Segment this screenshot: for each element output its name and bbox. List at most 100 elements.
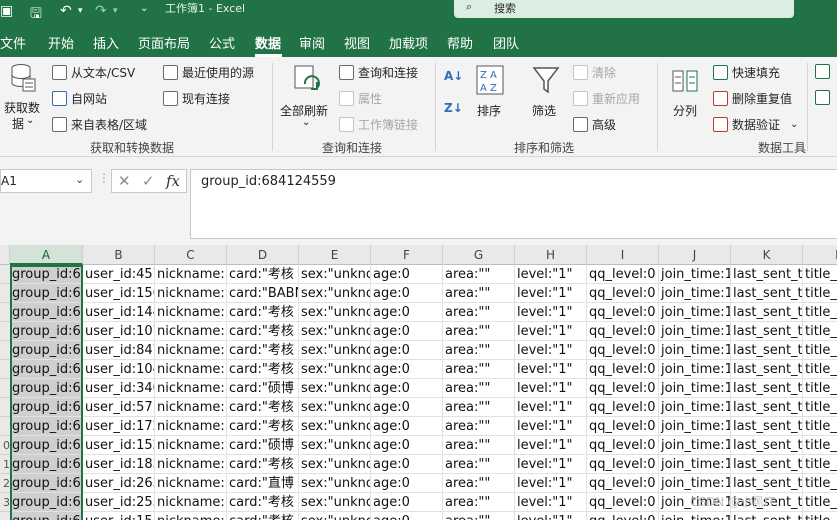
cell[interactable]: level:"1" — [515, 379, 587, 398]
cell[interactable]: age:0 — [371, 493, 443, 512]
cell[interactable]: user_id:571 — [83, 398, 155, 417]
cell[interactable]: title_e — [803, 379, 837, 398]
cell[interactable]: card:"考核 — [227, 398, 299, 417]
cell[interactable]: title_e — [803, 398, 837, 417]
cell[interactable]: last_sent_ti — [731, 360, 803, 379]
tab-review[interactable]: 审阅 — [299, 33, 325, 52]
cell[interactable]: level:"1" — [515, 417, 587, 436]
cell[interactable]: nickname:" — [155, 284, 227, 303]
cell[interactable]: group_id:6 — [10, 303, 83, 322]
cell[interactable]: user_id:144 — [83, 303, 155, 322]
cell[interactable]: title_e — [803, 322, 837, 341]
cell[interactable]: nickname:" — [155, 322, 227, 341]
cell[interactable]: group_id:6 — [10, 474, 83, 493]
save-icon[interactable]: 🖫 — [30, 3, 42, 27]
cell[interactable]: sex:"unkno — [299, 341, 371, 360]
cell[interactable]: title_e — [803, 284, 837, 303]
advanced-filter-button[interactable]: 高级 — [573, 116, 616, 133]
cell[interactable]: join_time:1 — [659, 284, 731, 303]
row-header[interactable] — [0, 265, 10, 284]
column-header-l[interactable]: L — [803, 245, 837, 265]
cell[interactable]: age:0 — [371, 322, 443, 341]
cell[interactable]: card:"考核 — [227, 417, 299, 436]
cell[interactable]: title_e — [803, 265, 837, 284]
cell[interactable]: sex:"unkno — [299, 322, 371, 341]
cell[interactable]: last_sent_ti — [731, 265, 803, 284]
cell[interactable]: nickname:" — [155, 436, 227, 455]
flash-fill-button[interactable]: 快速填充 — [713, 64, 780, 81]
cell[interactable]: title_e — [803, 417, 837, 436]
cell[interactable]: title_e — [803, 512, 837, 520]
column-header-k[interactable]: K — [731, 245, 803, 265]
cell[interactable]: age:0 — [371, 379, 443, 398]
cell[interactable]: area:"" — [443, 341, 515, 360]
tab-home[interactable]: 开始 — [48, 33, 74, 52]
tab-page-layout[interactable]: 页面布局 — [138, 33, 190, 52]
cell[interactable]: qq_level:0 — [587, 360, 659, 379]
from-table-button[interactable]: 来自表格/区域 — [52, 116, 147, 133]
cell[interactable]: qq_level:0 — [587, 379, 659, 398]
tab-formulas[interactable]: 公式 — [209, 33, 235, 52]
cell[interactable]: user_id:172 — [83, 417, 155, 436]
cell[interactable]: level:"1" — [515, 436, 587, 455]
cell[interactable]: age:0 — [371, 360, 443, 379]
cell[interactable]: area:"" — [443, 436, 515, 455]
cell[interactable]: qq_level:0 — [587, 265, 659, 284]
cell[interactable]: level:"1" — [515, 512, 587, 520]
tab-addins[interactable]: 加载项 — [389, 33, 428, 52]
cell[interactable]: nickname:" — [155, 398, 227, 417]
cell[interactable]: sex:"unkno — [299, 512, 371, 520]
tab-insert[interactable]: 插入 — [93, 33, 119, 52]
row-header[interactable] — [0, 284, 10, 303]
cell[interactable]: card:"考核 — [227, 303, 299, 322]
column-header-d[interactable]: D — [227, 245, 299, 265]
cell[interactable]: user_id:255 — [83, 493, 155, 512]
cell[interactable]: sex:"unkno — [299, 493, 371, 512]
cell[interactable]: title_e — [803, 303, 837, 322]
cell[interactable]: level:"1" — [515, 398, 587, 417]
cell[interactable]: user_id:152 — [83, 436, 155, 455]
cell[interactable]: card:"硕博 — [227, 379, 299, 398]
row-header[interactable]: 3 — [0, 493, 10, 512]
cell[interactable]: level:"1" — [515, 341, 587, 360]
cell[interactable]: join_time:1 — [659, 379, 731, 398]
cell[interactable]: join_time:1 — [659, 436, 731, 455]
cell[interactable]: level:"1" — [515, 265, 587, 284]
row-header[interactable] — [0, 512, 10, 520]
cell[interactable]: group_id:6 — [10, 341, 83, 360]
cell[interactable]: group_id:6 — [10, 322, 83, 341]
column-header-f[interactable]: F — [371, 245, 443, 265]
formula-input[interactable]: group_id:684124559 — [190, 169, 837, 239]
cell[interactable]: nickname:" — [155, 493, 227, 512]
cell[interactable]: card:"考核 — [227, 265, 299, 284]
cell[interactable]: nickname:" — [155, 303, 227, 322]
customize-toolbar-icon[interactable]: ⌄ — [140, 3, 148, 14]
remove-duplicates-button[interactable]: 删除重复值 — [713, 90, 792, 107]
cell[interactable]: group_id:6 — [10, 360, 83, 379]
cell[interactable]: last_sent_ti — [731, 474, 803, 493]
name-box-dropdown-icon[interactable]: ⌄ — [75, 173, 84, 186]
cell[interactable]: last_sent_ti — [731, 455, 803, 474]
column-header-a[interactable]: A — [10, 245, 83, 265]
column-header-g[interactable]: G — [443, 245, 515, 265]
cell[interactable]: card:"考核 — [227, 512, 299, 520]
cell[interactable]: title_e — [803, 341, 837, 360]
tab-team[interactable]: 团队 — [493, 33, 519, 52]
filter-button[interactable]: 筛选 — [528, 61, 564, 135]
cell[interactable]: area:"" — [443, 474, 515, 493]
autosave-icon[interactable]: ▣ — [0, 3, 13, 19]
cell[interactable]: age:0 — [371, 436, 443, 455]
cell[interactable]: user_id:457 — [83, 265, 155, 284]
cell[interactable]: area:"" — [443, 512, 515, 520]
column-header-b[interactable]: B — [83, 245, 155, 265]
tab-data[interactable]: 数据 — [255, 33, 281, 52]
reapply-button[interactable]: 重新应用 — [573, 90, 640, 107]
cell[interactable]: level:"1" — [515, 284, 587, 303]
cell[interactable]: qq_level:0 — [587, 417, 659, 436]
row-header[interactable] — [0, 303, 10, 322]
properties-button[interactable]: 属性 — [339, 90, 382, 107]
formula-bar-grip-icon[interactable]: ⋮ — [98, 171, 110, 185]
name-box[interactable]: A1 ⌄ — [0, 169, 92, 193]
column-header-i[interactable]: I — [587, 245, 659, 265]
undo-icon[interactable]: ↶ — [60, 3, 72, 19]
